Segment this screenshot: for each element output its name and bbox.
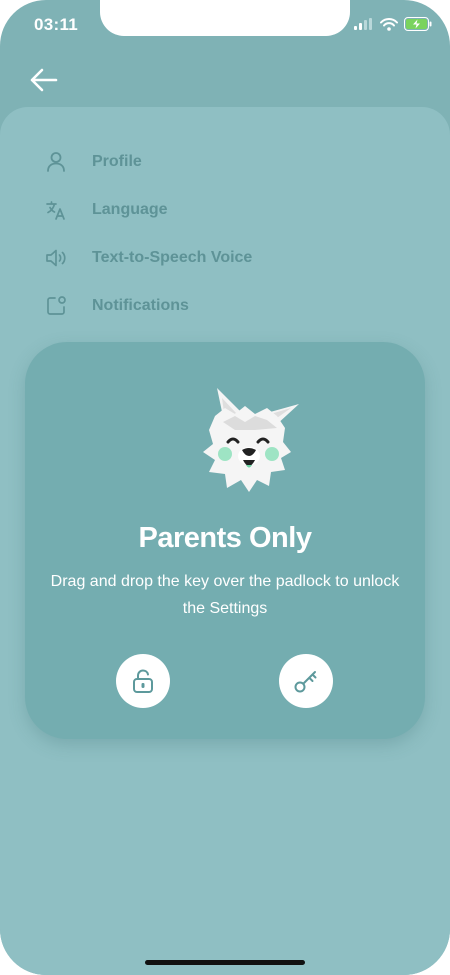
battery-charging-icon xyxy=(404,17,432,31)
status-icons xyxy=(354,17,432,31)
home-indicator xyxy=(145,960,305,965)
arrow-left-icon xyxy=(30,68,58,92)
notification-icon xyxy=(44,294,68,318)
key-draggable[interactable] xyxy=(279,654,333,708)
translate-icon xyxy=(44,198,68,222)
card-description: Drag and drop the key over the padlock t… xyxy=(50,573,400,617)
menu-item-notifications[interactable]: Notifications xyxy=(44,291,364,321)
device-notch xyxy=(100,0,350,36)
llama-mascot-icon xyxy=(203,388,299,492)
parents-only-card: Parents Only Drag and drop the key over … xyxy=(25,342,425,739)
padlock-icon xyxy=(133,669,153,693)
menu-item-label: Language xyxy=(92,201,168,218)
menu-item-language[interactable]: Language xyxy=(44,195,364,225)
menu-item-label: Notifications xyxy=(92,297,189,314)
padlock-drop-target[interactable] xyxy=(116,654,170,708)
user-icon xyxy=(44,150,68,174)
cellular-signal-icon xyxy=(354,18,372,30)
speaker-icon xyxy=(44,246,68,270)
menu-item-profile[interactable]: Profile xyxy=(44,147,364,177)
key-icon xyxy=(294,671,317,693)
menu-item-tts-voice[interactable]: Text-to-Speech Voice xyxy=(44,243,364,273)
wifi-icon xyxy=(380,17,398,31)
menu-item-label: Profile xyxy=(92,153,142,170)
phone-screen: 03:11 Profile Language Text-to-Speech Vo… xyxy=(0,0,450,975)
card-title: Parents Only xyxy=(138,522,312,554)
status-time: 03:11 xyxy=(34,15,79,34)
back-button[interactable] xyxy=(28,64,60,96)
menu-item-label: Text-to-Speech Voice xyxy=(92,249,253,266)
